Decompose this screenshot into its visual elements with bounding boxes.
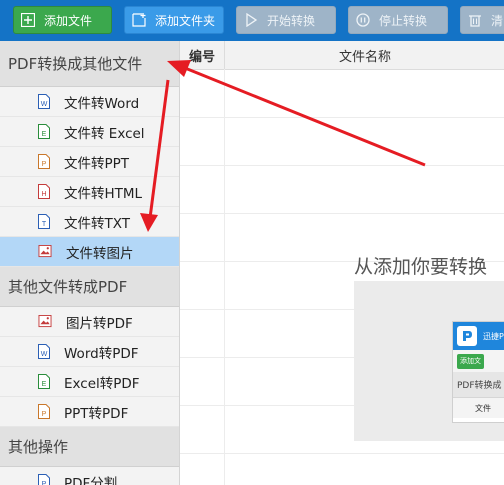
svg-text:E: E [42,131,47,138]
sidebar-item-label: Word转PDF [64,345,139,362]
section-title: PDF转换成其他文件 [8,55,143,73]
sidebar-item-excel-to-pdf[interactable]: E Excel转PDF [0,367,179,397]
section-title: 其他文件转成PDF [8,278,128,296]
stop-convert-button[interactable]: 停止转换 [348,6,448,34]
add-folder-label: 添加文件夹 [155,13,216,28]
sidebar-item-to-word[interactable]: W 文件转Word [0,87,179,117]
sidebar-item-label: 文件转Word [64,95,140,112]
column-header-filename[interactable]: 文件名称 [225,41,504,69]
image-file-icon [38,245,52,258]
excel-file-icon: E [38,124,50,139]
section-pdf-to-other[interactable]: PDF转换成其他文件 [0,41,179,87]
sidebar-item-label: 文件转PPT [64,155,130,172]
sidebar-item-ppt-to-pdf[interactable]: P PPT转PDF [0,397,179,427]
sidebar-item-label: PDF分割 [64,475,118,485]
play-icon [243,12,259,28]
start-convert-button[interactable]: 开始转换 [236,6,336,34]
preview-section: PDF转换成 [453,372,504,398]
word-file-icon: W [38,344,50,359]
sidebar-item-label: 文件转HTML [64,185,143,202]
svg-text:E: E [42,381,47,388]
stop-icon [355,12,371,28]
sidebar-item-to-html[interactable]: H 文件转HTML [0,177,179,207]
sidebar-item-image-to-pdf[interactable]: 图片转PDF [0,307,179,337]
add-file-button[interactable]: 添加文件 [13,6,112,34]
app-logo-icon [457,326,477,346]
row-divider [180,453,504,454]
svg-text:P: P [42,481,47,485]
sidebar-item-label: 文件转TXT [64,215,131,232]
sidebar-item-to-image[interactable]: 文件转图片 [0,237,179,267]
sidebar-item-to-excel[interactable]: E 文件转 Excel [0,117,179,147]
preview-image: 迅捷P 添加文 PDF转换成 文件 [354,281,504,441]
preview-toolbar: 添加文 [453,350,504,372]
table-header: 编号 文件名称 [180,41,504,70]
sidebar-item-label: PPT转PDF [64,405,129,422]
sidebar-item-word-to-pdf[interactable]: W Word转PDF [0,337,179,367]
sidebar-item-label: 文件转 Excel [64,125,145,142]
svg-text:P: P [42,411,47,418]
ppt-file-icon: P [38,404,50,419]
sidebar-item-to-ppt[interactable]: P 文件转PPT [0,147,179,177]
clear-button[interactable]: 清 [460,6,504,34]
start-convert-label: 开始转换 [267,13,316,28]
drop-hint: 从添加你要转换 [354,256,488,278]
sidebar-item-label: 图片转PDF [66,315,133,332]
sidebar-item-to-txt[interactable]: T 文件转TXT [0,207,179,237]
row-divider [180,117,504,118]
add-folder-button[interactable]: 添加文件夹 [124,6,224,34]
column-divider [224,69,225,485]
sidebar: PDF转换成其他文件 W 文件转Word E 文件转 Excel P 文件转PP… [0,41,180,485]
sidebar-item-label: 文件转图片 [66,245,134,262]
section-other-operations[interactable]: 其他操作 [0,427,179,467]
add-folder-icon [131,12,147,28]
column-header-number[interactable]: 编号 [180,41,225,69]
preview-window: 迅捷P 添加文 PDF转换成 文件 [452,321,504,423]
section-other-to-pdf[interactable]: 其他文件转成PDF [0,267,179,307]
pdf-file-icon: P [38,474,50,485]
row-divider [180,213,504,214]
svg-text:H: H [41,191,46,198]
word-file-icon: W [38,94,50,109]
sidebar-item-label: Excel转PDF [64,375,140,392]
section-title: 其他操作 [8,438,69,456]
txt-file-icon: T [38,214,50,229]
ppt-file-icon: P [38,154,50,169]
sidebar-item-pdf-split[interactable]: P PDF分割 [0,467,179,485]
svg-text:W: W [41,351,48,358]
toolbar: 添加文件 添加文件夹 开始转换 停止转换 清 [0,0,504,41]
preview-titlebar: 迅捷P [453,322,504,350]
svg-text:W: W [41,101,48,108]
trash-icon [467,12,483,28]
preview-app-name: 迅捷P [483,331,504,341]
image-file-icon [38,315,52,328]
clear-label: 清 [491,13,504,28]
add-file-label: 添加文件 [44,13,93,28]
excel-file-icon: E [38,374,50,389]
row-divider [180,165,504,166]
svg-text:P: P [42,161,47,168]
preview-add-button: 添加文 [457,353,484,369]
preview-item: 文件 [453,398,504,418]
svg-text:T: T [42,221,47,228]
stop-convert-label: 停止转换 [379,13,428,28]
html-file-icon: H [38,184,50,199]
add-file-icon [20,12,36,28]
